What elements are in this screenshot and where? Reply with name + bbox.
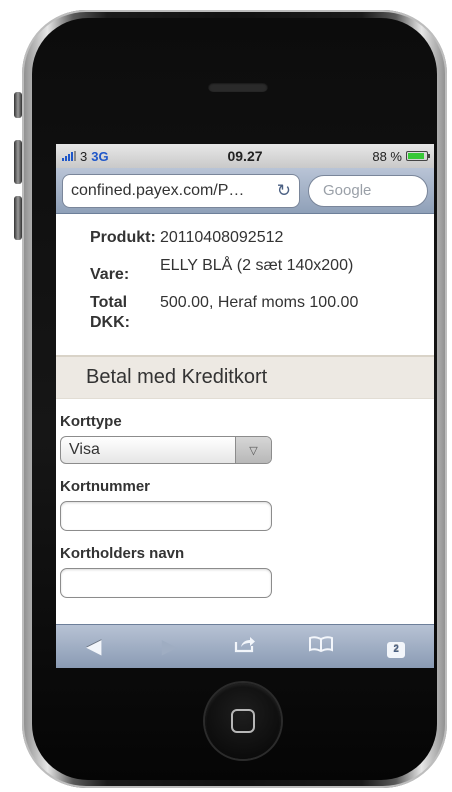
back-arrow-icon[interactable]: ◀ [74, 634, 114, 659]
order-label: Produkt: [90, 229, 156, 246]
home-square-icon [231, 709, 255, 733]
search-placeholder: Google [323, 182, 372, 199]
order-value: 500.00, Heraf moms 100.00 [160, 294, 359, 311]
address-text: confined.payex.com/P… [71, 181, 245, 199]
carrier-name: 3 [80, 148, 88, 164]
status-left: 3 3G [62, 149, 109, 164]
signal-strength-icon [62, 151, 76, 161]
payment-form: Korttype Visa ▽ Kortnummer Kortholders n… [56, 399, 434, 598]
status-right: 88 % [372, 148, 430, 164]
volume-down-button [14, 196, 22, 240]
mute-switch [14, 92, 22, 118]
address-field[interactable]: confined.payex.com/P… ↻ [62, 173, 300, 208]
order-label: Total DKK: [90, 294, 130, 331]
card-number-label: Kortnummer [60, 478, 151, 495]
earpiece-speaker [208, 82, 268, 92]
status-bar: 3 3G 09.27 88 % [56, 144, 434, 168]
cardholder-name-input[interactable] [60, 568, 272, 598]
order-value: 20110408092512 [160, 229, 284, 246]
order-label: Vare: [90, 266, 130, 283]
tabs-count: 2 [387, 642, 406, 658]
url-bar: confined.payex.com/P… ↻ Google [56, 168, 434, 214]
search-field[interactable]: Google [308, 174, 428, 207]
network-type: 3G [91, 148, 109, 164]
battery-percent: 88 % [372, 148, 402, 164]
share-glyph [234, 636, 255, 652]
card-type-value: Visa [69, 441, 100, 458]
cardholder-name-label: Kortholders navn [60, 545, 185, 562]
bookmarks-icon[interactable] [301, 635, 341, 659]
battery-level-fill [408, 153, 424, 159]
order-row-total: Total DKK: 500.00, Heraf moms 100.00 [56, 293, 434, 333]
forward-arrow-icon[interactable]: ▶ [149, 634, 189, 659]
volume-up-button [14, 140, 22, 184]
status-time: 09.27 [227, 148, 263, 164]
chevron-down-icon: ▽ [235, 437, 271, 463]
order-value: ELLY BLÅ (2 sæt 140x200) [160, 257, 354, 274]
card-type-select[interactable]: Visa ▽ [60, 436, 272, 464]
book-glyph [308, 635, 333, 652]
screen: 3 3G 09.27 88 % confined.payex.com/P… ↻ … [56, 144, 434, 668]
section-title: Betal med Kreditkort [56, 355, 434, 399]
home-button[interactable] [205, 683, 281, 759]
order-summary: Produkt: 20110408092512 Vare: ELLY BLÅ (… [56, 214, 434, 351]
battery-icon [406, 151, 430, 161]
reload-icon[interactable]: ↻ [277, 181, 291, 201]
order-row-product: Produkt: 20110408092512 [56, 228, 434, 248]
share-icon[interactable] [225, 635, 265, 659]
browser-toolbar: ◀ ▶ 2 [56, 624, 434, 668]
tabs-icon[interactable]: 2 [376, 635, 416, 658]
card-type-label: Korttype [60, 413, 122, 430]
card-number-input[interactable] [60, 501, 272, 531]
order-row-item: Vare: ELLY BLÅ (2 sæt 140x200) [56, 256, 434, 285]
